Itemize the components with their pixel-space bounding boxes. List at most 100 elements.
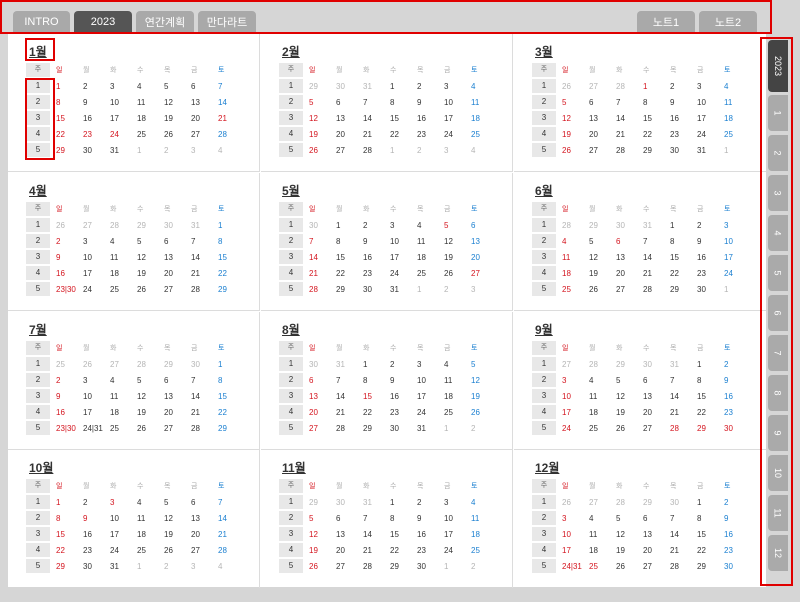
day-cell[interactable]: 18 [108, 408, 135, 417]
day-cell[interactable]: 22 [388, 130, 415, 139]
day-cell[interactable]: 16 [54, 408, 81, 417]
day-cell[interactable]: 16 [668, 114, 695, 123]
day-cell[interactable]: 20 [469, 253, 496, 262]
day-cell[interactable]: 4 [587, 376, 614, 385]
day-cell[interactable]: 3 [189, 146, 216, 155]
day-cell[interactable]: 20 [641, 408, 668, 417]
day-cell[interactable]: 21 [668, 546, 695, 555]
day-cell[interactable]: 1 [442, 562, 469, 571]
day-cell[interactable]: 4 [469, 82, 496, 91]
day-cell[interactable]: 20 [162, 269, 189, 278]
day-cell[interactable]: 26 [307, 146, 334, 155]
day-cell[interactable]: 6 [641, 376, 668, 385]
week-number[interactable]: 5 [279, 282, 303, 296]
day-cell[interactable]: 27 [81, 221, 108, 230]
day-cell[interactable]: 18 [108, 269, 135, 278]
day-cell[interactable]: 5 [469, 360, 496, 369]
day-cell[interactable]: 4 [216, 146, 243, 155]
day-cell[interactable]: 16 [722, 392, 749, 401]
tab-note2[interactable]: 노트2 [699, 11, 757, 32]
day-cell[interactable]: 29 [216, 424, 243, 433]
week-number[interactable]: 5 [26, 143, 50, 157]
day-cell[interactable]: 26 [162, 130, 189, 139]
day-cell[interactable]: 11 [135, 98, 162, 107]
day-cell[interactable]: 30 [668, 146, 695, 155]
week-number[interactable]: 1 [532, 495, 556, 509]
day-cell[interactable]: 13 [162, 392, 189, 401]
day-cell[interactable]: 13 [334, 114, 361, 123]
day-cell[interactable]: 4 [108, 376, 135, 385]
day-cell[interactable]: 30 [307, 360, 334, 369]
day-cell[interactable]: 7 [189, 237, 216, 246]
day-cell[interactable]: 14 [334, 392, 361, 401]
day-cell[interactable]: 25 [135, 130, 162, 139]
day-cell[interactable]: 27 [108, 360, 135, 369]
day-cell[interactable]: 7 [216, 82, 243, 91]
day-cell[interactable]: 6 [334, 514, 361, 523]
day-cell[interactable]: 23 [361, 269, 388, 278]
day-cell[interactable]: 9 [54, 392, 81, 401]
day-cell[interactable]: 17 [108, 530, 135, 539]
tab-2023[interactable]: 2023 [74, 11, 132, 32]
day-cell[interactable]: 2 [162, 562, 189, 571]
day-cell[interactable]: 24 [442, 546, 469, 555]
day-cell[interactable]: 9 [415, 98, 442, 107]
day-cell[interactable]: 16 [415, 530, 442, 539]
week-number[interactable]: 4 [26, 405, 50, 419]
day-cell[interactable]: 9 [695, 237, 722, 246]
day-cell[interactable]: 26 [560, 82, 587, 91]
day-cell[interactable]: 24 [415, 408, 442, 417]
week-number[interactable]: 5 [26, 421, 50, 435]
day-cell[interactable]: 11 [469, 514, 496, 523]
week-number[interactable]: 1 [532, 79, 556, 93]
day-cell[interactable]: 17 [81, 408, 108, 417]
day-cell[interactable]: 1 [641, 82, 668, 91]
day-cell[interactable]: 25 [587, 562, 614, 571]
day-cell[interactable]: 28 [668, 424, 695, 433]
day-cell[interactable]: 25 [469, 546, 496, 555]
day-cell[interactable]: 1 [54, 498, 81, 507]
day-cell[interactable]: 17 [108, 114, 135, 123]
day-cell[interactable]: 29 [587, 221, 614, 230]
day-cell[interactable]: 15 [388, 530, 415, 539]
day-cell[interactable]: 17 [560, 546, 587, 555]
day-cell[interactable]: 13 [587, 114, 614, 123]
day-cell[interactable]: 21 [361, 130, 388, 139]
day-cell[interactable]: 3 [108, 498, 135, 507]
day-cell[interactable]: 9 [722, 514, 749, 523]
day-cell[interactable]: 11 [108, 253, 135, 262]
day-cell[interactable]: 28 [189, 424, 216, 433]
day-cell[interactable]: 19 [135, 408, 162, 417]
day-cell[interactable]: 30 [388, 424, 415, 433]
week-number[interactable]: 5 [532, 559, 556, 573]
day-cell[interactable]: 22 [216, 269, 243, 278]
day-cell[interactable]: 3 [560, 514, 587, 523]
day-cell[interactable]: 14 [614, 114, 641, 123]
day-cell[interactable]: 13 [189, 514, 216, 523]
week-number[interactable]: 1 [279, 495, 303, 509]
day-cell[interactable]: 17 [695, 114, 722, 123]
day-cell[interactable]: 30 [162, 221, 189, 230]
day-cell[interactable]: 12 [469, 376, 496, 385]
side-tab-month[interactable]: 7 [768, 335, 788, 371]
week-number[interactable]: 2 [26, 234, 50, 248]
day-cell[interactable]: 17 [442, 114, 469, 123]
week-number[interactable]: 1 [26, 495, 50, 509]
day-cell[interactable]: 13 [307, 392, 334, 401]
day-cell[interactable]: 12 [614, 392, 641, 401]
day-cell[interactable]: 18 [135, 114, 162, 123]
day-cell[interactable]: 1 [722, 146, 749, 155]
day-cell[interactable]: 26 [614, 424, 641, 433]
day-cell[interactable]: 1 [442, 424, 469, 433]
day-cell[interactable]: 11 [442, 376, 469, 385]
day-cell[interactable]: 29 [307, 82, 334, 91]
day-cell[interactable]: 31 [668, 360, 695, 369]
tab-note1[interactable]: 노트1 [637, 11, 695, 32]
day-cell[interactable]: 14 [189, 392, 216, 401]
day-cell[interactable]: 20 [162, 408, 189, 417]
day-cell[interactable]: 21 [334, 408, 361, 417]
day-cell[interactable]: 15 [388, 114, 415, 123]
day-cell[interactable]: 30 [81, 562, 108, 571]
day-cell[interactable]: 25 [54, 360, 81, 369]
day-cell[interactable]: 8 [668, 237, 695, 246]
